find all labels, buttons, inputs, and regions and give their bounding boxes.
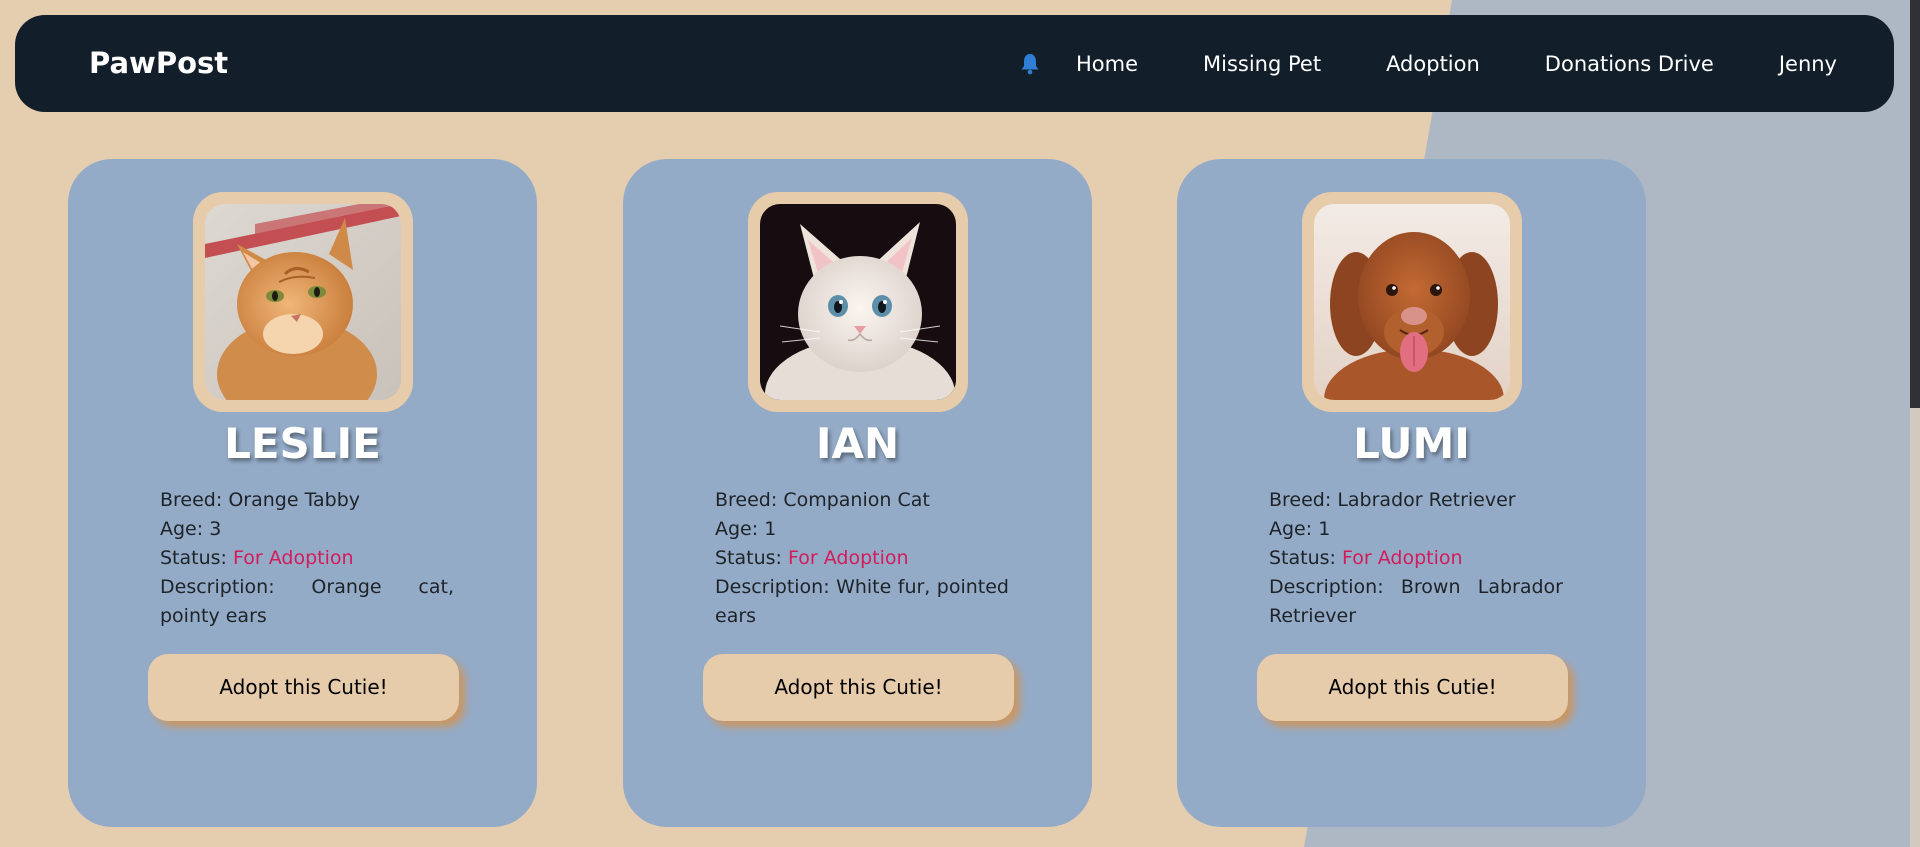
pet-card-leslie: LESLIE Breed: Orange Tabby Age: 3 Status… [68,159,537,827]
description-label: Description: [1269,576,1384,598]
breed-value: Labrador Retriever [1337,489,1516,511]
breed-row: Breed: Companion Cat [715,486,1009,515]
adopt-button[interactable]: Adopt this Cutie! [703,654,1014,721]
pet-info: Breed: Companion Cat Age: 1 Status: For … [715,486,1009,631]
breed-value: Companion Cat [783,489,930,511]
pet-card-lumi: LUMI Breed: Labrador Retriever Age: 1 St… [1177,159,1646,827]
navbar: PawPost Home Missing Pet Adoption Donati… [15,15,1894,112]
pet-photo-frame [1302,192,1522,412]
status-row: Status: For Adoption [160,544,454,573]
age-row: Age: 1 [715,515,1009,544]
description-row: Description: White fur, pointed ears [715,573,1009,631]
pet-photo-frame [193,192,413,412]
nav-link-user-jenny[interactable]: Jenny [1779,52,1837,76]
status-row: Status: For Adoption [715,544,1009,573]
breed-value: Orange Tabby [228,489,361,511]
age-value: 1 [764,518,777,540]
status-value: For Adoption [233,547,354,569]
status-label: Status: [160,547,227,569]
age-value: 3 [209,518,222,540]
age-row: Age: 3 [160,515,454,544]
nav-link-home[interactable]: Home [1076,52,1138,76]
status-value: For Adoption [788,547,909,569]
breed-label: Breed: [160,489,223,511]
scrollbar-thumb[interactable] [1910,0,1920,408]
nav-link-donations-drive[interactable]: Donations Drive [1545,52,1714,76]
brand-logo[interactable]: PawPost [89,15,228,112]
description-row: Description: Orange cat, pointy ears [160,573,454,631]
adopt-button[interactable]: Adopt this Cutie! [1257,654,1568,721]
age-label: Age: [715,518,759,540]
adopt-button[interactable]: Adopt this Cutie! [148,654,459,721]
age-row: Age: 1 [1269,515,1563,544]
pet-card-ian: IAN Breed: Companion Cat Age: 1 Status: … [623,159,1092,827]
age-label: Age: [1269,518,1313,540]
status-label: Status: [1269,547,1336,569]
pet-name: LESLIE [224,419,381,468]
description-row: Description: Brown Labrador Retriever [1269,573,1563,631]
age-label: Age: [160,518,204,540]
nav-link-missing-pet[interactable]: Missing Pet [1203,52,1321,76]
bell-icon[interactable] [1019,52,1041,76]
nav-links: Home Missing Pet Adoption Donations Driv… [1019,15,1837,112]
breed-row: Breed: Orange Tabby [160,486,454,515]
description-label: Description: [715,576,830,598]
description-label: Description: [160,576,275,598]
pet-photo-white-kitten [760,204,956,400]
pet-info: Breed: Orange Tabby Age: 3 Status: For A… [160,486,454,631]
status-value: For Adoption [1342,547,1463,569]
pet-info: Breed: Labrador Retriever Age: 1 Status:… [1269,486,1563,631]
breed-row: Breed: Labrador Retriever [1269,486,1563,515]
breed-label: Breed: [715,489,778,511]
status-row: Status: For Adoption [1269,544,1563,573]
pet-photo-frame [748,192,968,412]
pet-photo-brown-retriever-dog [1314,204,1510,400]
pet-name: LUMI [1353,419,1470,468]
age-value: 1 [1318,518,1331,540]
nav-link-adoption[interactable]: Adoption [1386,52,1480,76]
breed-label: Breed: [1269,489,1332,511]
pet-name: IAN [815,419,900,468]
status-label: Status: [715,547,782,569]
pet-photo-orange-tabby-cat [205,204,401,400]
